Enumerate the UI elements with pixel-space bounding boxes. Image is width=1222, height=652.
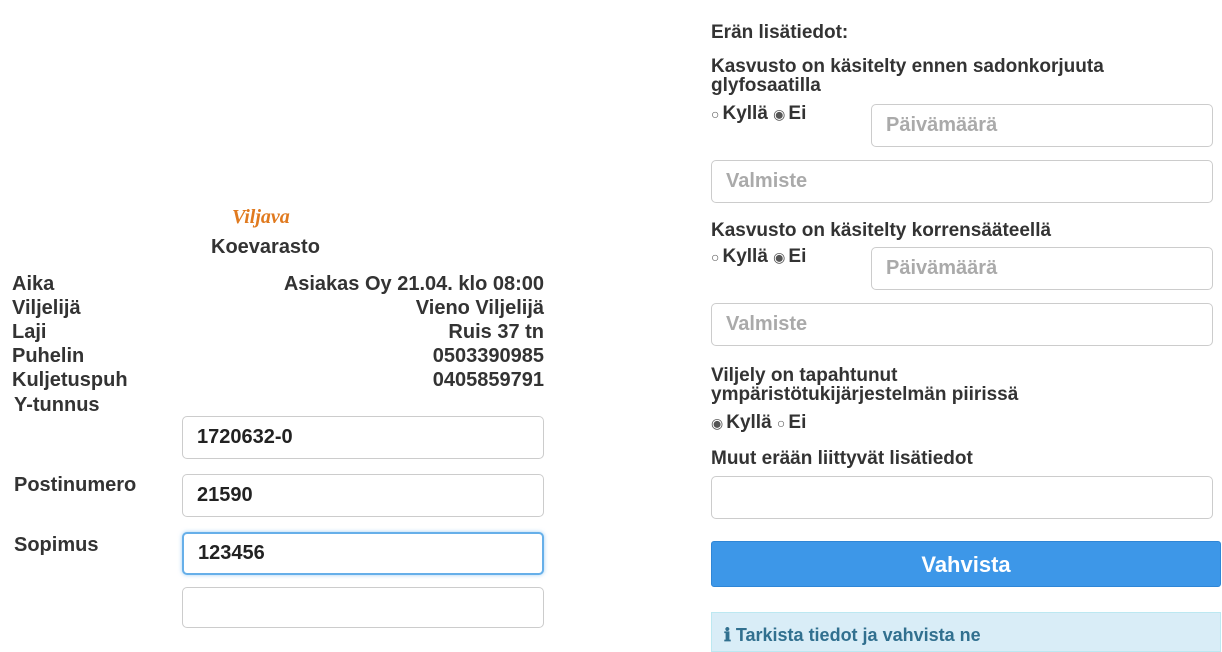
glyfosaatti-question-line2: glyfosaatilla [711,75,821,96]
details-heading: Erän lisätiedot: [711,22,849,43]
info-row-viljelija: Viljelijä Vieno Viljelijä [12,297,544,320]
korrensaade-question: Kasvusto on käsitelty korrensääteellä [711,220,1052,241]
radio-checked-icon[interactable]: ◉ [711,415,723,432]
extra-input[interactable] [182,587,544,628]
info-alert: ℹ Tarkista tiedot ja vahvista ne [711,612,1221,652]
glyfosaatti-product-input[interactable] [711,160,1213,203]
info-label: Laji [12,321,47,343]
sopimus-input[interactable] [182,532,544,575]
glyfosaatti-yes-option[interactable]: ○ Kyllä [711,103,768,125]
radio-label: Kyllä [726,412,772,433]
info-row-aika: Aika Asiakas Oy 21.04. klo 08:00 [12,273,544,296]
korrensaade-yes-option[interactable]: ○ Kyllä [711,246,768,268]
glyfosaatti-radio-group: ○ Kyllä ◉ Ei [711,103,806,125]
info-icon: ℹ [724,625,731,645]
ymparisto-yes-option[interactable]: ◉ Kyllä [711,412,772,434]
muut-input[interactable] [711,476,1213,519]
radio-label: Ei [788,412,807,433]
postinumero-input[interactable] [182,474,544,517]
radio-unchecked-icon[interactable]: ○ [777,415,785,431]
info-label: Kuljetuspuh [12,369,128,391]
korrensaade-date-input[interactable] [871,247,1213,290]
korrensaade-product-input[interactable] [711,303,1213,346]
muut-label: Muut erään liittyvät lisätiedot [711,448,973,469]
info-value: 0503390985 [432,345,544,367]
info-row-laji: Laji Ruis 37 tn [12,321,544,344]
radio-unchecked-icon[interactable]: ○ [711,106,719,122]
ymparisto-radio-group: ◉ Kyllä ○ Ei [711,412,806,434]
radio-label: Ei [788,246,807,267]
ytunnus-label: Y-tunnus [14,394,100,416]
info-value: Asiakas Oy 21.04. klo 08:00 [283,273,544,295]
ymparisto-no-option[interactable]: ○ Ei [777,412,806,434]
info-label: Puhelin [12,345,85,367]
glyfosaatti-no-option[interactable]: ◉ Ei [773,103,806,125]
korrensaade-no-option[interactable]: ◉ Ei [773,246,806,268]
info-value: Ruis 37 tn [448,321,544,343]
info-row-puhelin: Puhelin 0503390985 [12,345,544,368]
postinumero-label: Postinumero [14,474,137,496]
radio-label: Kyllä [722,246,768,267]
radio-label: Kyllä [722,103,768,124]
alert-text: Tarkista tiedot ja vahvista ne [735,625,981,645]
storage-title: Koevarasto [211,236,320,258]
sopimus-label: Sopimus [14,534,99,556]
viljava-logo: Viljava [232,206,290,228]
info-value: Vieno Viljelijä [415,297,544,319]
radio-checked-icon[interactable]: ◉ [773,106,785,123]
confirm-button[interactable]: Vahvista [711,541,1221,587]
info-label: Aika [12,273,55,295]
info-value: 0405859791 [432,369,544,391]
ymparisto-question-line1: Viljely on tapahtunut [711,365,898,386]
radio-checked-icon[interactable]: ◉ [773,249,785,266]
info-row-kuljetuspuh: Kuljetuspuh 0405859791 [12,369,544,392]
ymparisto-question-line2: ympäristötukijärjestelmän piirissä [711,384,1019,405]
radio-label: Ei [788,103,807,124]
ytunnus-input[interactable] [182,416,544,459]
info-label: Viljelijä [12,297,81,319]
glyfosaatti-question-line1: Kasvusto on käsitelty ennen sadonkorjuut… [711,56,1104,77]
glyfosaatti-date-input[interactable] [871,104,1213,147]
radio-unchecked-icon[interactable]: ○ [711,249,719,265]
korrensaade-radio-group: ○ Kyllä ◉ Ei [711,246,806,268]
